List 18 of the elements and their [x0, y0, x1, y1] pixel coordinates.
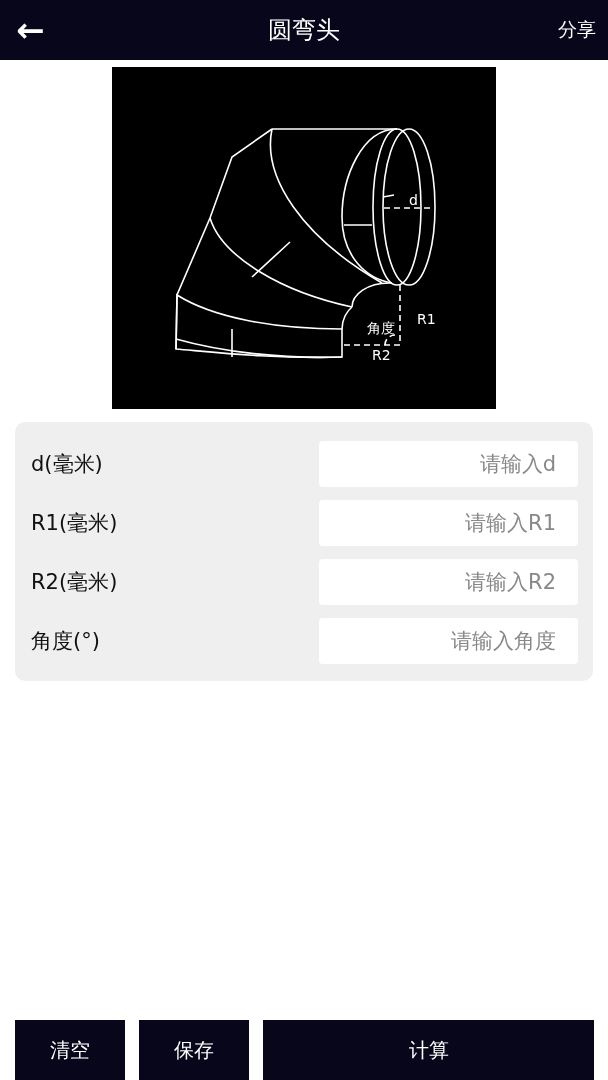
back-button[interactable]: ← [16, 13, 45, 47]
input-field[interactable]: 请输入R1 [319, 500, 578, 546]
diagram-label: d [409, 192, 418, 208]
share-button[interactable]: 分享 [558, 17, 596, 43]
field-label: d(毫米) [31, 451, 103, 478]
save-button[interactable]: 保存 [139, 1020, 249, 1080]
calculate-button[interactable]: 计算 [263, 1020, 594, 1080]
input-field[interactable]: 请输入角度 [319, 618, 578, 664]
diagram-label: R2 [372, 347, 391, 363]
input-field[interactable]: 请输入R2 [319, 559, 578, 605]
field-label: R1(毫米) [31, 510, 118, 537]
diagram-label: 角度 [367, 320, 395, 336]
clear-button[interactable]: 清空 [15, 1020, 125, 1080]
field-label: R2(毫米) [31, 569, 118, 596]
input-field[interactable]: 请输入d [319, 441, 578, 487]
field-label: 角度(°) [31, 628, 100, 655]
page-title: 圆弯头 [268, 15, 340, 46]
diagram-label: R1 [417, 311, 436, 327]
